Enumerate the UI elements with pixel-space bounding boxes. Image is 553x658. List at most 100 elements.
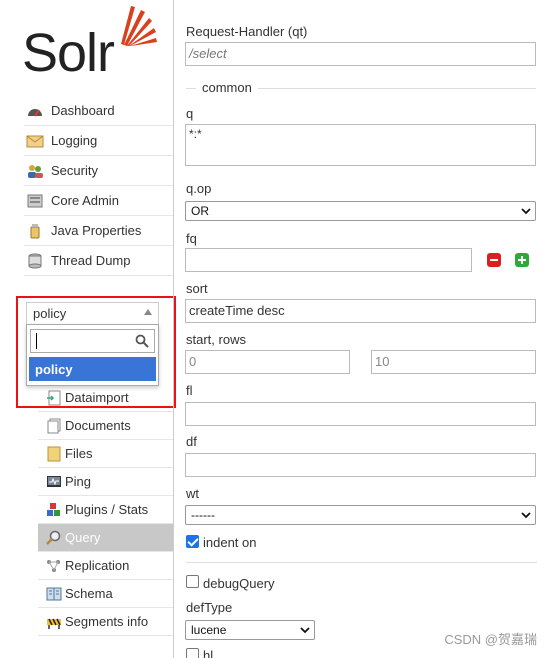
qop-label: q.op <box>186 181 212 196</box>
indent-label: indent on <box>203 535 257 550</box>
thread-dump-icon <box>28 253 42 268</box>
ping-icon <box>47 475 61 487</box>
core-menu-label: Schema <box>65 586 113 601</box>
core-search-input[interactable] <box>30 329 155 353</box>
deftype-select[interactable]: lucene <box>185 620 315 640</box>
qt-label: Request-Handler (qt) <box>186 24 308 39</box>
core-menu-item-query[interactable]: Query <box>38 524 173 552</box>
sidebar-item-label: Java Properties <box>51 223 142 238</box>
sidebar-item-label: Logging <box>51 133 98 148</box>
df-input[interactable] <box>185 453 536 477</box>
indent-checkbox[interactable] <box>186 535 199 548</box>
q-textarea[interactable]: *:* <box>185 124 536 166</box>
schema-icon <box>46 587 62 600</box>
sidebar: Solr Dashboard Logging Security Core Adm… <box>0 0 176 658</box>
core-menu-label: Query <box>65 530 101 545</box>
chevron-down-icon <box>521 208 531 215</box>
java-properties-icon <box>30 223 40 238</box>
dashboard-gauge-icon <box>28 108 42 117</box>
plugins-icon <box>47 502 60 516</box>
core-menu-item-files[interactable]: Files <box>38 440 173 468</box>
files-icon <box>47 446 61 461</box>
sort-label: sort <box>186 281 208 296</box>
common-legend: common <box>200 80 254 95</box>
core-menu-label: Plugins / Stats <box>65 502 149 517</box>
wt-select-value: ------ <box>191 508 215 522</box>
segments-icon <box>47 618 61 629</box>
wt-label: wt <box>186 486 199 501</box>
replication-icon <box>47 559 60 572</box>
fl-input[interactable] <box>185 402 536 426</box>
watermark: CSDN @贺嘉瑞 <box>444 632 537 647</box>
dataimport-icon <box>47 390 61 405</box>
section-divider <box>186 562 537 563</box>
text-cursor <box>36 333 37 349</box>
query-magnifier-icon <box>46 530 61 545</box>
add-fq-button[interactable] <box>515 253 529 267</box>
chevron-down-icon <box>521 512 531 519</box>
df-label: df <box>186 434 197 449</box>
sort-input[interactable]: createTime desc <box>185 299 536 323</box>
core-menu-item-dataimport[interactable]: Dataimport <box>38 384 173 412</box>
core-admin-icon <box>27 194 43 207</box>
sidebar-item-dashboard[interactable]: Dashboard <box>24 96 173 126</box>
logging-envelope-icon <box>26 135 44 147</box>
solr-logo[interactable]: Solr <box>22 6 157 83</box>
sidebar-item-thread-dump[interactable]: Thread Dump <box>24 246 173 276</box>
core-menu-label: Segments info <box>65 614 149 629</box>
sidebar-item-security[interactable]: Security <box>24 156 173 186</box>
sidebar-item-label: Security <box>51 163 98 178</box>
hl-label: hl <box>203 648 214 658</box>
solr-logo-text: Solr <box>22 23 115 83</box>
remove-fq-button[interactable] <box>487 253 501 267</box>
security-users-icon <box>28 164 43 178</box>
sidebar-item-label: Thread Dump <box>51 253 131 268</box>
core-menu-label: Files <box>65 446 93 461</box>
search-icon <box>135 334 149 348</box>
sidebar-item-label: Core Admin <box>51 193 119 208</box>
sidebar-item-core-admin[interactable]: Core Admin <box>24 186 173 216</box>
deftype-select-value: lucene <box>191 623 227 637</box>
sidebar-item-label: Dashboard <box>51 103 115 118</box>
core-option-policy[interactable]: policy <box>29 357 156 381</box>
qt-input[interactable]: /select <box>185 42 536 66</box>
core-menu-item-plugins-stats[interactable]: Plugins / Stats <box>38 496 173 524</box>
sidebar-item-logging[interactable]: Logging <box>24 126 173 156</box>
core-menu-label: Ping <box>65 474 92 489</box>
core-menu-label: Documents <box>65 418 131 433</box>
qop-select-value: OR <box>191 204 209 218</box>
wt-select[interactable]: ------ <box>185 505 536 525</box>
core-menu-item-replication[interactable]: Replication <box>38 552 173 580</box>
core-menu-item-schema[interactable]: Schema <box>38 580 173 608</box>
fq-input[interactable] <box>185 248 472 272</box>
main-menu: Dashboard Logging Security Core Admin Ja… <box>24 96 173 276</box>
debugquery-checkbox[interactable] <box>186 575 199 588</box>
rows-input[interactable]: 10 <box>371 350 536 374</box>
fieldset-divider <box>186 88 196 89</box>
core-menu: Dataimport Documents Files Ping Plugins … <box>38 384 173 636</box>
caret-up-icon <box>144 309 152 315</box>
core-menu-item-ping[interactable]: Ping <box>38 468 173 496</box>
core-menu-label: Dataimport <box>65 390 129 405</box>
solr-sun-icon <box>121 6 157 46</box>
hl-checkbox[interactable] <box>186 648 199 658</box>
start-input[interactable]: 0 <box>185 350 350 374</box>
chevron-down-icon <box>300 627 310 634</box>
q-label: q <box>186 106 194 121</box>
core-menu-item-documents[interactable]: Documents <box>38 412 173 440</box>
sidebar-item-java-properties[interactable]: Java Properties <box>24 216 173 246</box>
core-menu-item-segments-info[interactable]: Segments info <box>38 608 173 636</box>
query-form: Request-Handler (qt) /select common q *:… <box>173 0 553 658</box>
qop-select[interactable]: OR <box>185 201 536 221</box>
documents-icon <box>47 418 61 433</box>
core-menu-label: Replication <box>65 558 130 573</box>
fieldset-divider <box>258 88 536 89</box>
start-rows-label: start, rows <box>186 332 246 347</box>
core-dropdown: policy <box>26 324 159 386</box>
debugquery-label: debugQuery <box>203 576 275 591</box>
fl-label: fl <box>186 383 193 398</box>
core-selector[interactable]: policy <box>26 302 159 324</box>
deftype-label: defType <box>186 600 233 615</box>
core-selector-value: policy <box>33 306 67 321</box>
fq-label: fq <box>186 231 197 246</box>
